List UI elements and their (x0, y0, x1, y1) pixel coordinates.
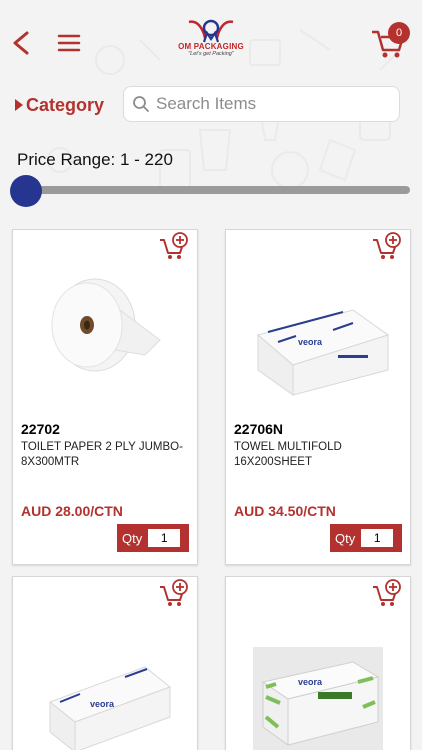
quantity-input[interactable]: 1 (148, 529, 181, 547)
product-card[interactable]: veora 22706N TOWEL MULTIFOLD 16X200SHEET… (225, 229, 411, 565)
add-to-cart-icon[interactable] (372, 232, 402, 262)
price-range-slider-thumb[interactable] (10, 175, 42, 207)
logo-name: OM PACKAGING (178, 42, 244, 51)
towel-pack-green-image: veora (253, 647, 383, 750)
product-price: AUD 34.50/CTN (234, 503, 336, 519)
product-description: TOILET PAPER 2 PLY JUMBO-8X300MTR (21, 441, 183, 468)
product-code: 22702 (21, 421, 60, 437)
product-description: TOWEL MULTIFOLD 16X200SHEET (234, 441, 342, 468)
search-icon (133, 96, 149, 112)
caret-right-icon (15, 99, 23, 111)
quantity-input[interactable]: 1 (361, 529, 394, 547)
multifold-towel-pack-image: veora (256, 309, 390, 396)
product-grid: 22702 TOILET PAPER 2 PLY JUMBO-8X300MTR … (0, 229, 422, 750)
product-card[interactable]: veora (12, 576, 198, 750)
app-logo: OM PACKAGING "Let's get Packing" (168, 18, 254, 70)
svg-text:veora: veora (90, 699, 115, 709)
qty-label: Qty (335, 530, 356, 546)
price-range-slider-track[interactable] (20, 186, 410, 194)
quantity-control[interactable]: Qty 1 (330, 524, 402, 552)
search-box[interactable] (123, 86, 400, 122)
app-header: OM PACKAGING "Let's get Packing" 0 (0, 0, 422, 80)
product-price: AUD 28.00/CTN (21, 503, 123, 519)
cart-count-badge: 0 (388, 22, 410, 44)
svg-text:veora: veora (298, 677, 323, 687)
towel-pack-blue-image: veora (48, 666, 172, 750)
hamburger-menu-icon[interactable] (57, 33, 81, 53)
qty-label: Qty (122, 530, 143, 546)
svg-text:veora: veora (298, 337, 323, 347)
logo-tagline: "Let's get Packing" (188, 51, 234, 57)
toilet-paper-roll-image (51, 278, 161, 372)
product-code: 22706N (234, 421, 284, 437)
om-logo-mark-icon (188, 19, 234, 43)
price-range-label: Price Range: 1 - 220 (17, 150, 173, 169)
search-input[interactable] (156, 94, 386, 114)
add-to-cart-icon[interactable] (159, 232, 189, 262)
product-card[interactable]: 22702 TOILET PAPER 2 PLY JUMBO-8X300MTR … (12, 229, 198, 565)
product-card[interactable]: veora (225, 576, 411, 750)
add-to-cart-icon[interactable] (159, 579, 189, 609)
add-to-cart-icon[interactable] (372, 579, 402, 609)
back-arrow-icon[interactable] (10, 30, 32, 56)
category-button[interactable]: Category (15, 92, 104, 118)
quantity-control[interactable]: Qty 1 (117, 524, 189, 552)
category-label: Category (26, 94, 105, 115)
